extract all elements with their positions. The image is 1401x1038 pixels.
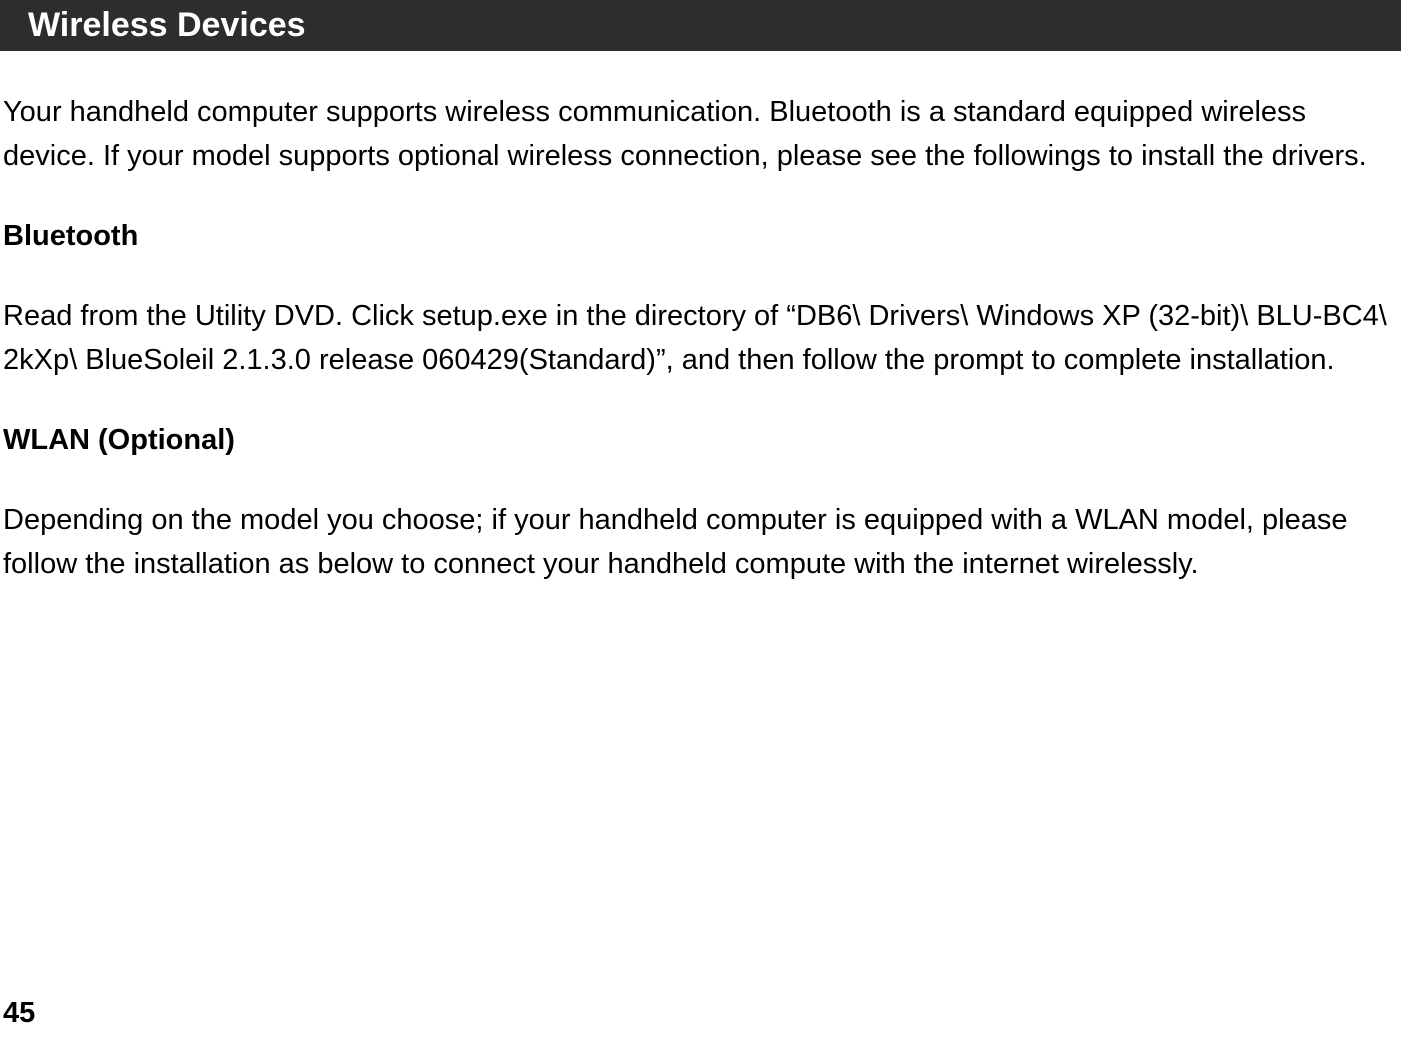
wlan-heading: WLAN (Optional) <box>3 424 1401 457</box>
bluetooth-body: Read from the Utility DVD. Click setup.e… <box>3 295 1401 382</box>
page-number: 45 <box>3 997 35 1030</box>
wlan-body: Depending on the model you choose; if yo… <box>3 499 1401 586</box>
bluetooth-heading: Bluetooth <box>3 220 1401 253</box>
page-header: Wireless Devices <box>0 0 1401 51</box>
intro-paragraph: Your handheld computer supports wireless… <box>3 91 1401 178</box>
page-title: Wireless Devices <box>28 6 306 44</box>
page-content: Your handheld computer supports wireless… <box>0 51 1401 586</box>
